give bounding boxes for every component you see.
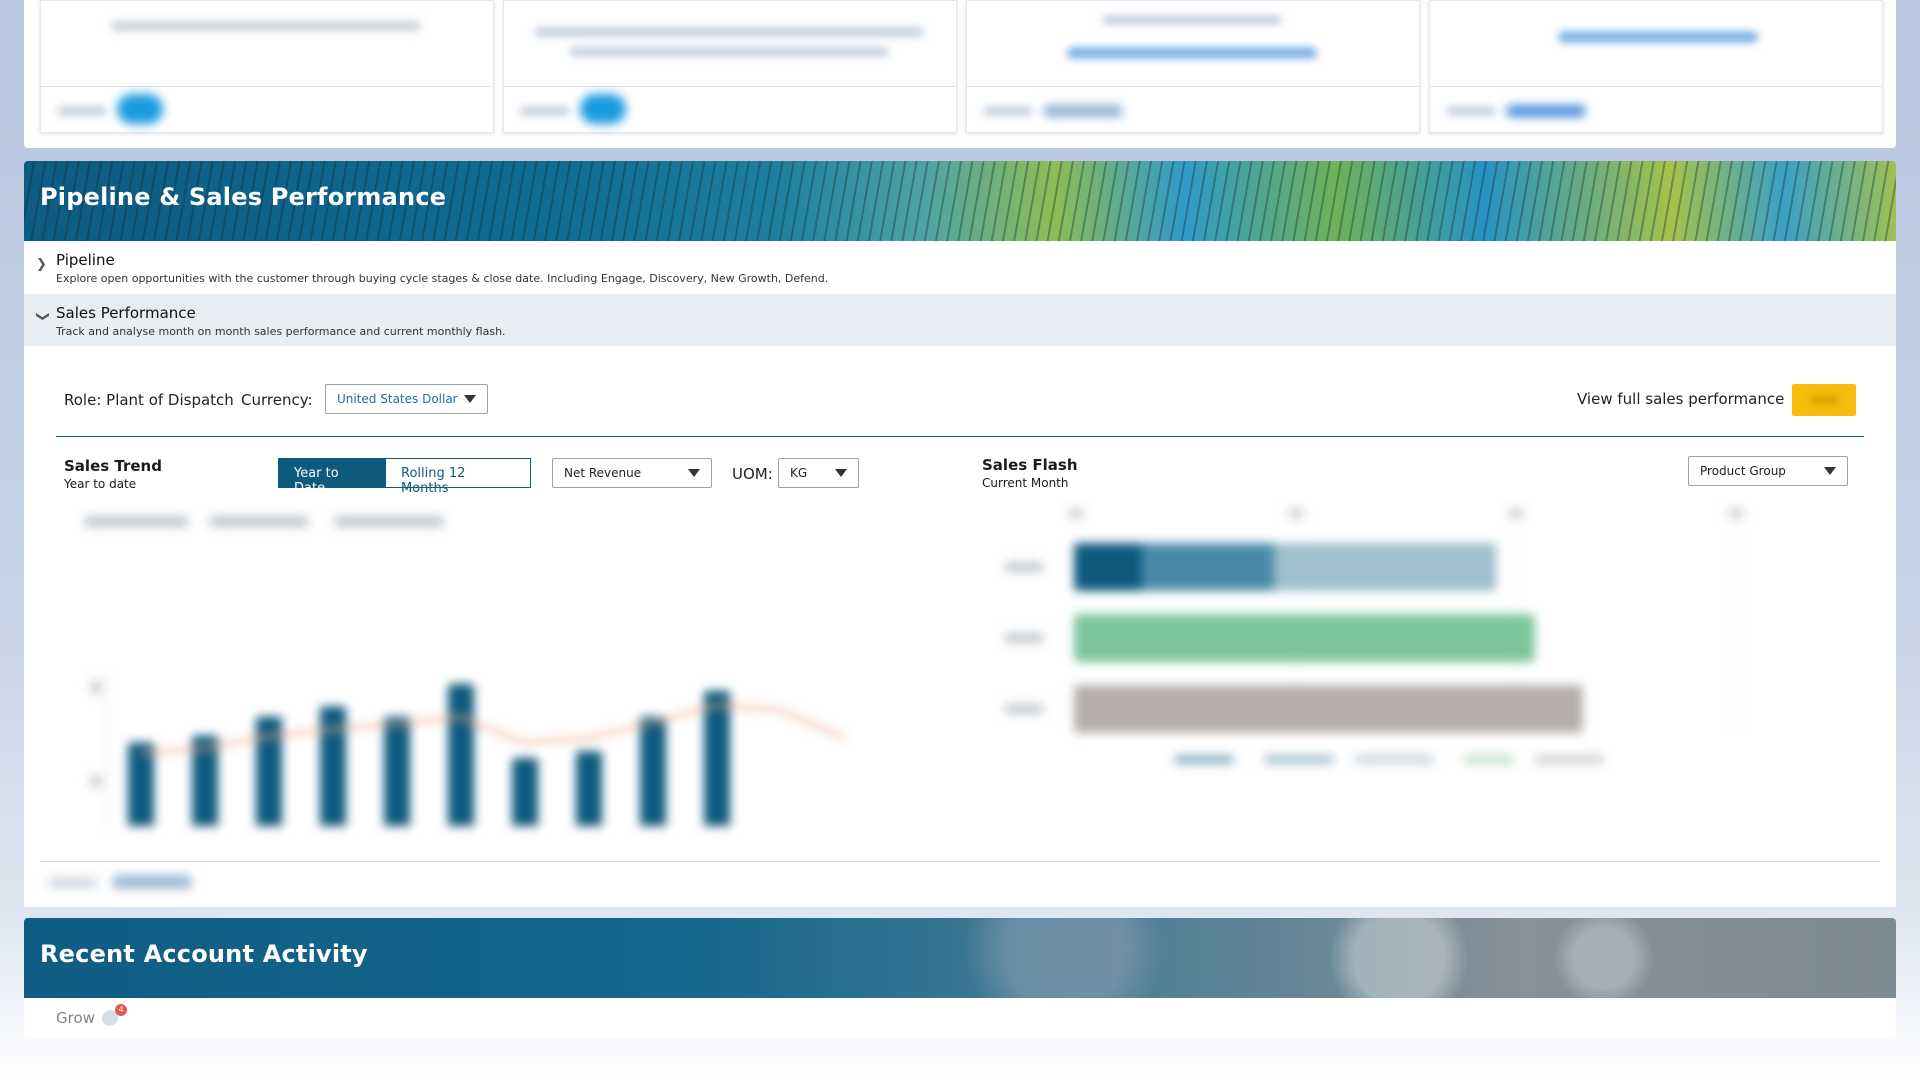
divider — [40, 861, 1880, 862]
trend-bar — [576, 751, 602, 826]
product-group-value: Product Group — [1700, 464, 1786, 478]
summary-card[interactable] — [40, 0, 494, 133]
trend-bar — [320, 706, 346, 826]
chevron-right-icon[interactable]: ❯ — [36, 257, 47, 272]
y-tick-label — [1004, 704, 1044, 714]
activity-banner: Recent Account Activity — [24, 918, 1896, 998]
trend-bar — [512, 757, 538, 826]
y-tick-label — [90, 681, 102, 693]
footer-link[interactable] — [112, 875, 192, 889]
trend-bar — [704, 690, 730, 826]
trend-bar — [256, 716, 282, 826]
trend-bar — [448, 684, 474, 826]
flash-bar — [1074, 614, 1535, 662]
section-title: Recent Account Activity — [40, 940, 368, 968]
notification-badge: 4 — [115, 1004, 127, 1016]
activity-row[interactable]: Grow 4 — [24, 998, 1896, 1038]
legend-top-item — [209, 516, 309, 527]
legend-item — [1534, 755, 1604, 764]
role-label: Role: Plant of Dispatch — [64, 391, 234, 409]
currency-label: Currency: — [241, 391, 313, 409]
caret-down-icon — [464, 395, 476, 403]
metric-value: Net Revenue — [564, 466, 642, 480]
section-title: Pipeline & Sales Performance — [40, 183, 447, 211]
caret-down-icon — [688, 469, 700, 477]
footer-note — [48, 878, 98, 888]
x-tick-label — [1068, 509, 1084, 518]
flash-bar — [1074, 685, 1583, 733]
metric-select[interactable]: Net Revenue — [552, 458, 712, 488]
toggle-year-to-date[interactable]: Year to Date — [278, 458, 388, 496]
pipeline-banner: Pipeline & Sales Performance — [24, 161, 1896, 241]
trend-bar — [128, 742, 154, 826]
accordion-description: Explore open opportunities with the cust… — [56, 272, 829, 285]
toggle-rolling-12-months[interactable]: Rolling 12 Months — [386, 458, 531, 496]
summary-card[interactable] — [1429, 0, 1883, 133]
legend-top-item — [334, 516, 444, 527]
caret-down-icon — [835, 469, 847, 477]
currency-select[interactable]: United States Dollar — [325, 384, 488, 414]
sales-trend-subtitle: Year to date — [64, 477, 137, 491]
accordion-sales-performance[interactable]: ❯ Sales Performance Track and analyse mo… — [24, 294, 1896, 346]
trend-line — [140, 703, 846, 755]
sales-flash-chart — [1004, 509, 1744, 764]
trend-bar — [640, 716, 666, 826]
view-full-button[interactable] — [1792, 384, 1856, 416]
x-tick-label — [1728, 509, 1744, 518]
x-tick-label — [1288, 509, 1304, 518]
legend-item — [1264, 755, 1334, 764]
accordion-pipeline[interactable]: ❯ Pipeline Explore open opportunities wi… — [24, 241, 1896, 293]
top-cards-panel — [24, 0, 1896, 148]
sales-flash-subtitle: Current Month — [982, 476, 1069, 490]
legend-item — [1174, 755, 1234, 764]
y-tick-label — [1004, 562, 1044, 572]
uom-select[interactable]: KG — [778, 458, 859, 488]
summary-card[interactable] — [503, 0, 957, 133]
legend-item — [1464, 755, 1514, 764]
caret-down-icon — [1824, 467, 1836, 475]
y-tick-label — [1004, 633, 1044, 643]
uom-label: UOM: — [732, 465, 773, 483]
summary-card[interactable] — [966, 0, 1420, 133]
sales-trend-title: Sales Trend — [64, 457, 162, 475]
x-tick-label — [1508, 509, 1524, 518]
accordion-title: Pipeline — [56, 251, 115, 269]
currency-value: United States Dollar — [337, 392, 458, 406]
uom-value: KG — [790, 466, 808, 480]
sales-flash-title: Sales Flash — [982, 456, 1078, 474]
divider — [56, 436, 1864, 437]
accordion-title: Sales Performance — [56, 304, 196, 322]
legend-item — [1354, 755, 1434, 764]
legend-top-item — [84, 516, 189, 527]
sales-panel: ❯ Pipeline Explore open opportunities wi… — [24, 241, 1896, 907]
view-full-link[interactable]: View full sales performance — [1577, 390, 1784, 408]
accordion-description: Track and analyse month on month sales p… — [56, 325, 506, 338]
y-tick-label — [90, 775, 102, 787]
grow-label: Grow — [56, 1009, 95, 1027]
chevron-down-icon[interactable]: ❯ — [35, 311, 50, 322]
flash-bar-segment — [1074, 543, 1142, 591]
sales-trend-chart — [84, 516, 846, 826]
product-group-select[interactable]: Product Group — [1688, 456, 1848, 486]
trend-bar — [384, 716, 410, 826]
